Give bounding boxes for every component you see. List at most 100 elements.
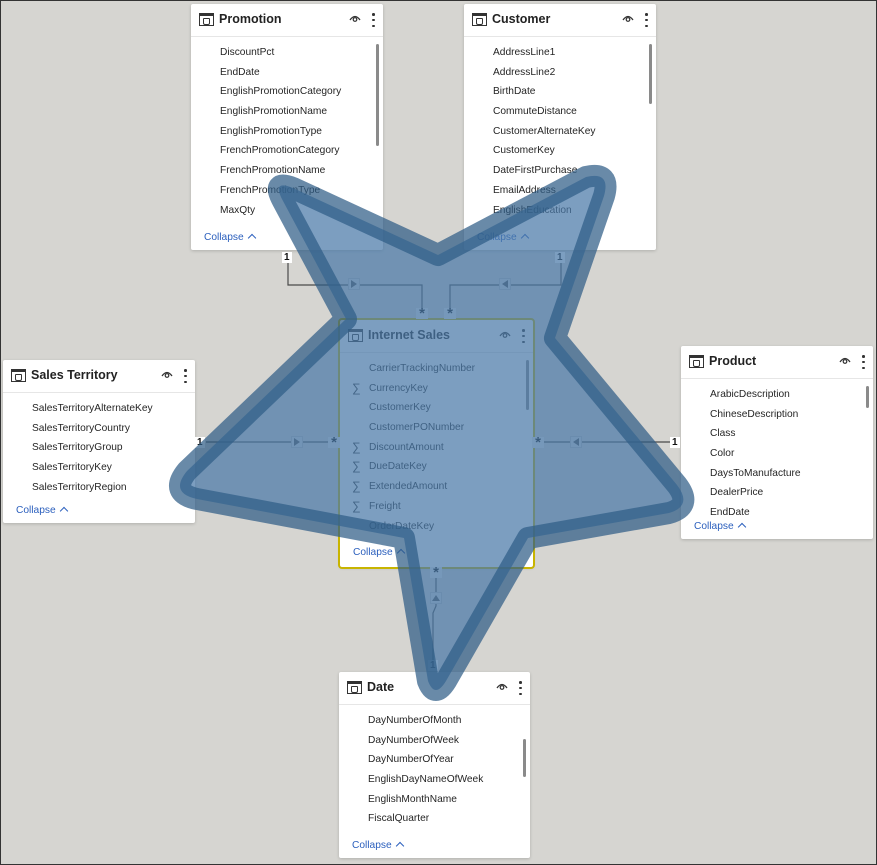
field-item[interactable]: ∑ CurrencyKey [340, 379, 533, 399]
field-item[interactable]: MaxQty [191, 201, 383, 221]
field-item[interactable]: FrenchPromotionCategory [191, 141, 383, 161]
field-item[interactable]: DayNumberOfWeek [339, 731, 530, 751]
field-item[interactable]: EndDate [191, 63, 383, 83]
eye-icon[interactable] [839, 356, 851, 364]
sum-icon: ∑ [352, 479, 361, 494]
field-item[interactable]: EnglishPromotionType [191, 122, 383, 142]
eye-icon[interactable] [496, 682, 508, 690]
table-card-sales-territory[interactable]: Sales Territory SalesTerritoryAlternateK… [3, 360, 195, 523]
field-item[interactable]: ∑ DiscountAmount [340, 438, 533, 458]
field-item[interactable]: EnglishPromotionCategory [191, 82, 383, 102]
field-item[interactable]: Color [681, 444, 873, 464]
filter-direction-left-icon[interactable] [570, 436, 582, 448]
filter-direction-up-icon[interactable] [430, 592, 442, 604]
field-item[interactable]: FrenchPromotionType [191, 181, 383, 201]
field-list[interactable]: SalesTerritoryAlternateKey SalesTerritory… [3, 393, 195, 505]
field-item[interactable]: ∑ DueDateKey [340, 457, 533, 477]
field-item[interactable]: CarrierTrackingNumber [340, 359, 533, 379]
table-card-date[interactable]: Date DayNumberOfMonth DayNumberOfWeek DayN… [339, 672, 530, 858]
table-card-product[interactable]: Product ArabicDescription ChineseDescript… [681, 346, 873, 539]
field-list[interactable]: CarrierTrackingNumber ∑ CurrencyKey Custome… [340, 353, 533, 544]
more-options-icon[interactable] [184, 369, 187, 383]
field-item[interactable]: EmailAddress [464, 181, 656, 201]
more-options-icon[interactable] [645, 13, 648, 27]
field-item[interactable]: CustomerPONumber [340, 418, 533, 438]
field-item[interactable]: SalesTerritoryCountry [3, 419, 195, 439]
field-item[interactable]: ChineseDescription [681, 405, 873, 425]
field-item[interactable]: EnglishDayNameOfWeek [339, 770, 530, 790]
field-item[interactable]: DateFirstPurchase [464, 161, 656, 181]
field-item[interactable]: ArabicDescription [681, 385, 873, 405]
field-name: Freight [369, 500, 401, 512]
sum-icon: ∑ [352, 439, 361, 454]
card-header[interactable]: Date [339, 672, 530, 705]
card-header[interactable]: Internet Sales [340, 320, 533, 353]
field-item[interactable]: Class [681, 424, 873, 444]
collapse-button[interactable]: Collapse [16, 505, 68, 516]
field-list[interactable]: DayNumberOfMonth DayNumberOfWeek DayNumber… [339, 705, 530, 835]
scrollbar[interactable] [376, 44, 379, 146]
field-item[interactable]: FiscalQuarter [339, 809, 530, 829]
filter-direction-left-icon[interactable] [499, 278, 511, 290]
collapse-button[interactable]: Collapse [694, 521, 746, 532]
field-item[interactable]: FrenchPromotionName [191, 161, 383, 181]
table-card-promotion[interactable]: Promotion DiscountPct EndDate EnglishPromo… [191, 4, 383, 250]
card-header[interactable]: Sales Territory [3, 360, 195, 393]
field-item[interactable]: EnglishEducation [464, 201, 656, 221]
scrollbar[interactable] [526, 360, 529, 410]
field-item[interactable]: EnglishMonthName [339, 790, 530, 810]
field-item[interactable]: ∑ Freight [340, 497, 533, 517]
more-options-icon[interactable] [862, 355, 865, 369]
field-item[interactable]: AddressLine1 [464, 43, 656, 63]
field-item[interactable]: CustomerKey [464, 141, 656, 161]
collapse-button[interactable]: Collapse [352, 840, 404, 851]
more-options-icon[interactable] [522, 329, 525, 343]
collapse-button[interactable]: Collapse [204, 232, 256, 243]
eye-icon[interactable] [622, 14, 634, 22]
field-item[interactable]: EndDate [681, 503, 873, 519]
card-header[interactable]: Product [681, 346, 873, 379]
table-card-internet-sales[interactable]: Internet Sales CarrierTrackingNumber ∑ Cur… [338, 318, 535, 569]
field-item[interactable]: BirthDate [464, 82, 656, 102]
field-item[interactable]: SalesTerritoryGroup [3, 438, 195, 458]
field-item[interactable]: DayNumberOfYear [339, 750, 530, 770]
field-name: DiscountAmount [369, 441, 444, 453]
field-item[interactable]: ∑ ExtendedAmount [340, 477, 533, 497]
eye-icon[interactable] [349, 14, 361, 22]
eye-icon[interactable] [499, 330, 511, 338]
field-item[interactable]: DealerPrice [681, 483, 873, 503]
filter-direction-right-icon[interactable] [291, 436, 303, 448]
field-item[interactable]: DaysToManufacture [681, 464, 873, 484]
field-item[interactable]: CustomerAlternateKey [464, 122, 656, 142]
field-item[interactable]: CommuteDistance [464, 102, 656, 122]
field-name: BirthDate [493, 86, 536, 98]
scrollbar[interactable] [866, 386, 869, 408]
collapse-button[interactable]: Collapse [353, 547, 405, 558]
more-options-icon[interactable] [519, 681, 522, 695]
field-name: EnglishDayNameOfWeek [368, 774, 484, 786]
field-list[interactable]: AddressLine1 AddressLine2 BirthDate Commute… [464, 37, 656, 228]
field-item[interactable]: CustomerKey [340, 398, 533, 418]
eye-icon[interactable] [161, 370, 173, 378]
collapse-button[interactable]: Collapse [477, 232, 529, 243]
filter-direction-right-icon[interactable] [348, 278, 360, 290]
field-item[interactable]: AddressLine2 [464, 63, 656, 83]
field-item[interactable]: SalesTerritoryAlternateKey [3, 399, 195, 419]
scrollbar[interactable] [649, 44, 652, 104]
table-icon [689, 355, 704, 368]
field-item[interactable]: OrderDateKey [340, 517, 533, 537]
field-list[interactable]: ArabicDescription ChineseDescription Class… [681, 379, 873, 519]
field-item[interactable]: DiscountPct [191, 43, 383, 63]
field-name: EnglishEducation [493, 204, 572, 216]
model-canvas[interactable]: Promotion DiscountPct EndDate EnglishPromo… [0, 0, 877, 865]
field-item[interactable]: EnglishPromotionName [191, 102, 383, 122]
more-options-icon[interactable] [372, 13, 375, 27]
field-item[interactable]: DayNumberOfMonth [339, 711, 530, 731]
table-card-customer[interactable]: Customer AddressLine1 AddressLine2 BirthDa… [464, 4, 656, 250]
card-header[interactable]: Customer [464, 4, 656, 37]
field-item[interactable]: SalesTerritoryKey [3, 458, 195, 478]
card-header[interactable]: Promotion [191, 4, 383, 37]
field-list[interactable]: DiscountPct EndDate EnglishPromotionCatego… [191, 37, 383, 228]
scrollbar[interactable] [523, 739, 526, 777]
field-item[interactable]: SalesTerritoryRegion [3, 478, 195, 498]
